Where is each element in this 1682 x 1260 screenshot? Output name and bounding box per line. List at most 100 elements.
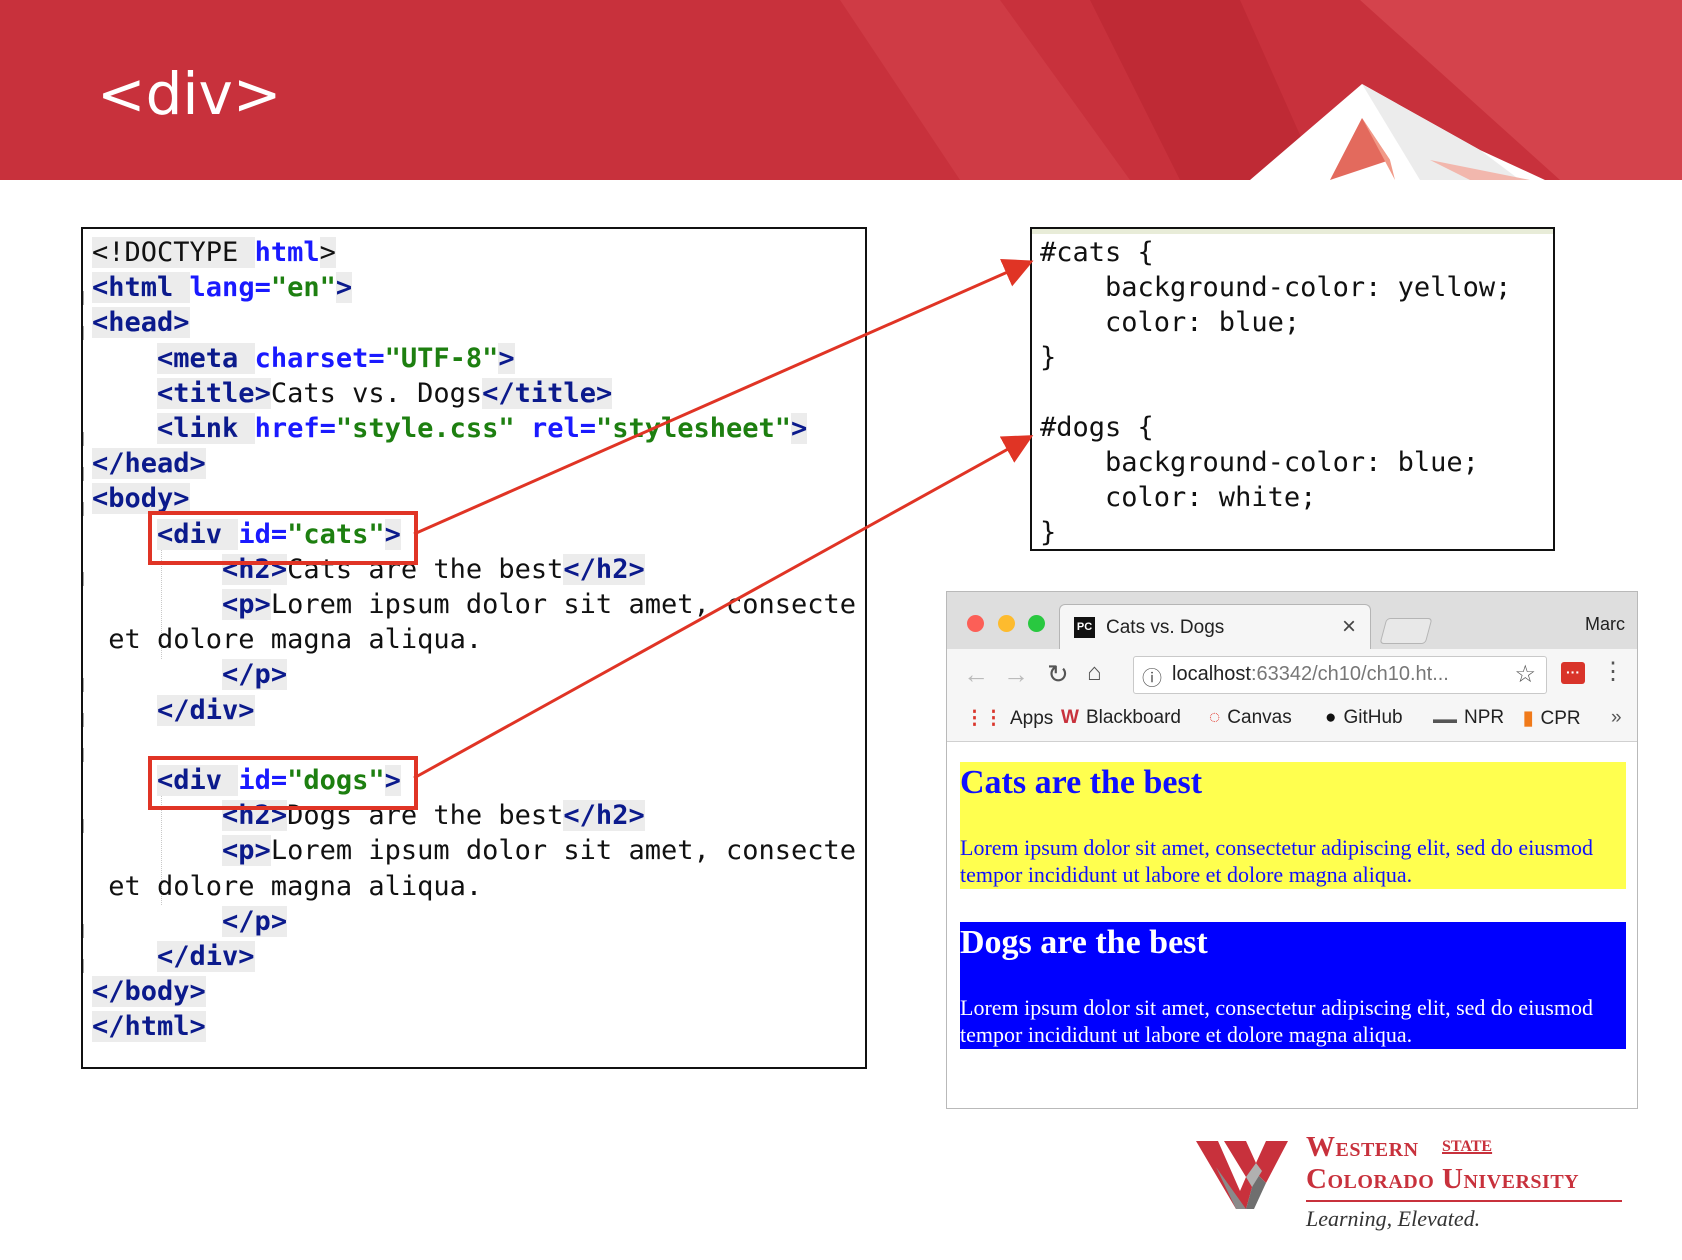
page-viewport: Cats are the best Lorem ipsum dolor sit … xyxy=(947,742,1637,1108)
html-code-panel: <!DOCTYPE html> <html lang="en"> <head> … xyxy=(81,227,867,1069)
code-line-20: </p> xyxy=(222,905,288,937)
bookmark-label: Canvas xyxy=(1227,707,1292,728)
npr-icon: ▬▬ xyxy=(1433,712,1457,726)
bookmark-star-icon[interactable]: ☆ xyxy=(1514,660,1536,689)
pycharm-icon: PC xyxy=(1074,617,1095,638)
dogs-heading: Dogs are the best xyxy=(960,924,1208,961)
canvas-icon: ◌ xyxy=(1209,707,1221,728)
dogs-div-highlight xyxy=(148,756,418,810)
css-line-4: } xyxy=(1040,342,1057,373)
code-line-21: </div> xyxy=(157,941,255,973)
close-window-button[interactable] xyxy=(967,615,984,632)
university-logo-mark xyxy=(1196,1141,1288,1209)
code-line-14: </div> xyxy=(157,694,255,726)
cpr-icon: ▮ xyxy=(1523,708,1534,729)
css-code: #cats { background-color: yellow; color:… xyxy=(1040,235,1512,549)
cats-paragraph: Lorem ipsum dolor sit amet, consectetur … xyxy=(960,835,1593,887)
css-line-9: } xyxy=(1040,517,1057,548)
css-line-1: #cats { xyxy=(1040,237,1154,268)
logo-state: STATE xyxy=(1442,1138,1493,1155)
url-host: localhost xyxy=(1172,663,1251,685)
browser-tab[interactable]: PC Cats vs. Dogs × xyxy=(1059,604,1371,651)
fold-marker xyxy=(83,291,88,305)
code-line-11: <p>Lorem ipsum dolor sit amet, consecte xyxy=(222,589,857,621)
forward-icon[interactable]: → xyxy=(1003,659,1029,690)
code-line-7: </head> xyxy=(92,448,206,480)
cats-div-render: Cats are the best Lorem ipsum dolor sit … xyxy=(960,762,1626,889)
code-line-5: <title>Cats vs. Dogs</title> xyxy=(157,377,613,409)
address-url: localhost:63342/ch10/ch10.ht... xyxy=(1172,663,1449,686)
info-icon[interactable]: ⓘ xyxy=(1142,662,1162,691)
cats-div-highlight xyxy=(148,511,418,565)
code-line-22: </body> xyxy=(92,976,206,1008)
university-logo: Western STATE Colorado University Learni… xyxy=(1196,1131,1626,1251)
bookmarks-overflow-icon[interactable]: » xyxy=(1611,707,1622,729)
new-tab-button[interactable] xyxy=(1379,618,1433,644)
code-line-8: <body> xyxy=(92,483,190,515)
extension-icon[interactable]: ··· xyxy=(1561,662,1585,684)
editor-top-line xyxy=(1032,229,1553,234)
tab-title: Cats vs. Dogs xyxy=(1106,617,1225,638)
back-icon[interactable]: ← xyxy=(963,659,989,690)
css-line-8: color: white; xyxy=(1040,482,1317,513)
bookmark-apps[interactable]: ⋮⋮ Apps xyxy=(965,707,1053,730)
code-line-18: <p>Lorem ipsum dolor sit amet, consecte xyxy=(222,835,857,867)
fold-marker xyxy=(83,713,88,727)
code-line-6: <link href="style.css" rel="stylesheet"> xyxy=(157,413,808,445)
code-line-4: <meta charset="UTF-8"> xyxy=(157,342,515,374)
slide-title: <div> xyxy=(97,60,282,128)
browser-window: PC Cats vs. Dogs × Marc ← → ↻ ⌂ ⓘ localh… xyxy=(946,591,1638,1109)
code-line-2: <html lang="en"> xyxy=(92,272,353,304)
code-line-19: et dolore magna aliqua. xyxy=(92,870,483,902)
dogs-div-render: Dogs are the best Lorem ipsum dolor sit … xyxy=(960,922,1626,1049)
code-line-1: <!DOCTYPE html> xyxy=(92,237,336,268)
code-line-3: <head> xyxy=(92,307,190,339)
logo-tagline: Learning, Elevated. xyxy=(1306,1206,1481,1231)
fold-marker xyxy=(83,819,88,833)
code-line-12: et dolore magna aliqua. xyxy=(92,624,483,656)
code-line-23: </html> xyxy=(92,1011,206,1043)
bookmark-blackboard[interactable]: W Blackboard xyxy=(1061,707,1181,729)
logo-line-2: Colorado University xyxy=(1306,1163,1580,1195)
menu-icon[interactable]: ⋮ xyxy=(1601,657,1625,686)
bookmark-label: NPR xyxy=(1464,707,1505,728)
address-bar[interactable]: ⓘ localhost:63342/ch10/ch10.ht... ☆ xyxy=(1133,656,1547,694)
css-line-2: background-color: yellow; xyxy=(1040,272,1512,303)
url-path: :63342/ch10/ch10.ht... xyxy=(1250,663,1449,685)
cats-heading: Cats are the best xyxy=(960,764,1203,801)
logo-line-1: Western xyxy=(1306,1131,1419,1163)
slide-header: <div> xyxy=(0,0,1682,180)
minimize-window-button[interactable] xyxy=(998,615,1015,632)
browser-tab-bar: PC Cats vs. Dogs × Marc xyxy=(947,592,1637,651)
profile-name[interactable]: Marc xyxy=(1585,614,1625,635)
fold-marker xyxy=(83,467,88,481)
fold-marker xyxy=(83,678,88,692)
code-line-13: </p> xyxy=(222,659,288,691)
github-icon: ● xyxy=(1325,707,1337,728)
bookmark-label: CPR xyxy=(1540,708,1581,729)
reload-icon[interactable]: ↻ xyxy=(1047,659,1069,690)
fold-marker xyxy=(83,326,88,340)
fold-marker xyxy=(83,432,88,446)
bookmark-label: Apps xyxy=(1010,708,1054,729)
maximize-window-button[interactable] xyxy=(1028,615,1045,632)
bookmarks-bar: ⋮⋮ Apps W Blackboard ◌ Canvas ● GitHub ▬▬ NPR… xyxy=(947,701,1637,742)
bookmark-github[interactable]: ● GitHub xyxy=(1325,707,1403,729)
dogs-paragraph: Lorem ipsum dolor sit amet, consectetur … xyxy=(960,995,1593,1047)
tab-close-icon[interactable]: × xyxy=(1342,613,1356,641)
home-icon[interactable]: ⌂ xyxy=(1087,659,1102,687)
blackboard-icon: W xyxy=(1061,707,1079,728)
css-line-5 xyxy=(1040,377,1056,408)
css-line-3: color: blue; xyxy=(1040,307,1301,338)
bookmark-canvas[interactable]: ◌ Canvas xyxy=(1209,707,1292,729)
apps-grid-icon: ⋮⋮ xyxy=(965,708,1003,729)
bookmark-label: Blackboard xyxy=(1085,707,1181,728)
html-code: <!DOCTYPE html> <html lang="en"> <head> … xyxy=(92,235,856,1045)
fold-marker xyxy=(83,924,88,938)
css-line-6: #dogs { xyxy=(1040,412,1154,443)
bookmark-cpr[interactable]: ▮ CPR xyxy=(1523,707,1581,730)
css-code-panel: #cats { background-color: yellow; color:… xyxy=(1030,227,1555,551)
bookmark-npr[interactable]: ▬▬ NPR xyxy=(1433,707,1504,729)
fold-marker xyxy=(83,748,88,762)
